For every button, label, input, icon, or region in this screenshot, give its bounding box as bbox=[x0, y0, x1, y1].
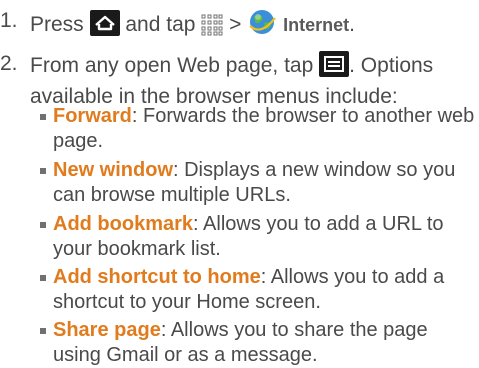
list-item: Forward: Forwards the browser to another… bbox=[40, 104, 475, 154]
step-number: 1. bbox=[0, 9, 18, 32]
apps-grid-icon bbox=[201, 14, 223, 43]
bullet-marker bbox=[40, 328, 46, 334]
bullet-marker bbox=[40, 222, 46, 228]
step-2-line-1: From any open Web page, tap . Options bbox=[30, 51, 470, 84]
internet-globe-icon bbox=[247, 8, 277, 43]
and-tap-text: and tap bbox=[125, 13, 196, 36]
step-2-text-before-icon: From any open Web page, tap bbox=[30, 54, 314, 77]
home-key-icon bbox=[89, 10, 120, 43]
bullet-marker bbox=[40, 275, 46, 281]
list-item: New window: Displays a new window so you… bbox=[40, 158, 475, 208]
internet-label: Internet bbox=[283, 15, 350, 35]
step-number: 2. bbox=[0, 52, 18, 75]
option-term: Add bookmark bbox=[53, 213, 194, 235]
option-term: Add shortcut to home bbox=[53, 266, 261, 288]
press-text: Press bbox=[30, 13, 84, 36]
step-2-text-after-icon: . Options bbox=[349, 54, 434, 77]
step-2-text: From any open Web page, tap . Options av… bbox=[30, 51, 470, 110]
menu-key-icon bbox=[319, 51, 350, 84]
arrow-separator: > bbox=[229, 13, 242, 36]
option-term: Forward bbox=[53, 105, 132, 127]
list-item: Add shortcut to home: Allows you to add … bbox=[40, 265, 475, 315]
list-item: Share page: Allows you to share the page… bbox=[40, 318, 475, 368]
step-1-text: Press and tap > Internet. bbox=[30, 8, 470, 43]
option-term: Share page bbox=[53, 319, 161, 341]
bullet-marker bbox=[40, 114, 46, 120]
period: . bbox=[349, 13, 355, 36]
bullet-marker bbox=[40, 168, 46, 174]
option-term: New window bbox=[53, 159, 173, 181]
list-item: Add bookmark: Allows you to add a URL to… bbox=[40, 212, 475, 262]
